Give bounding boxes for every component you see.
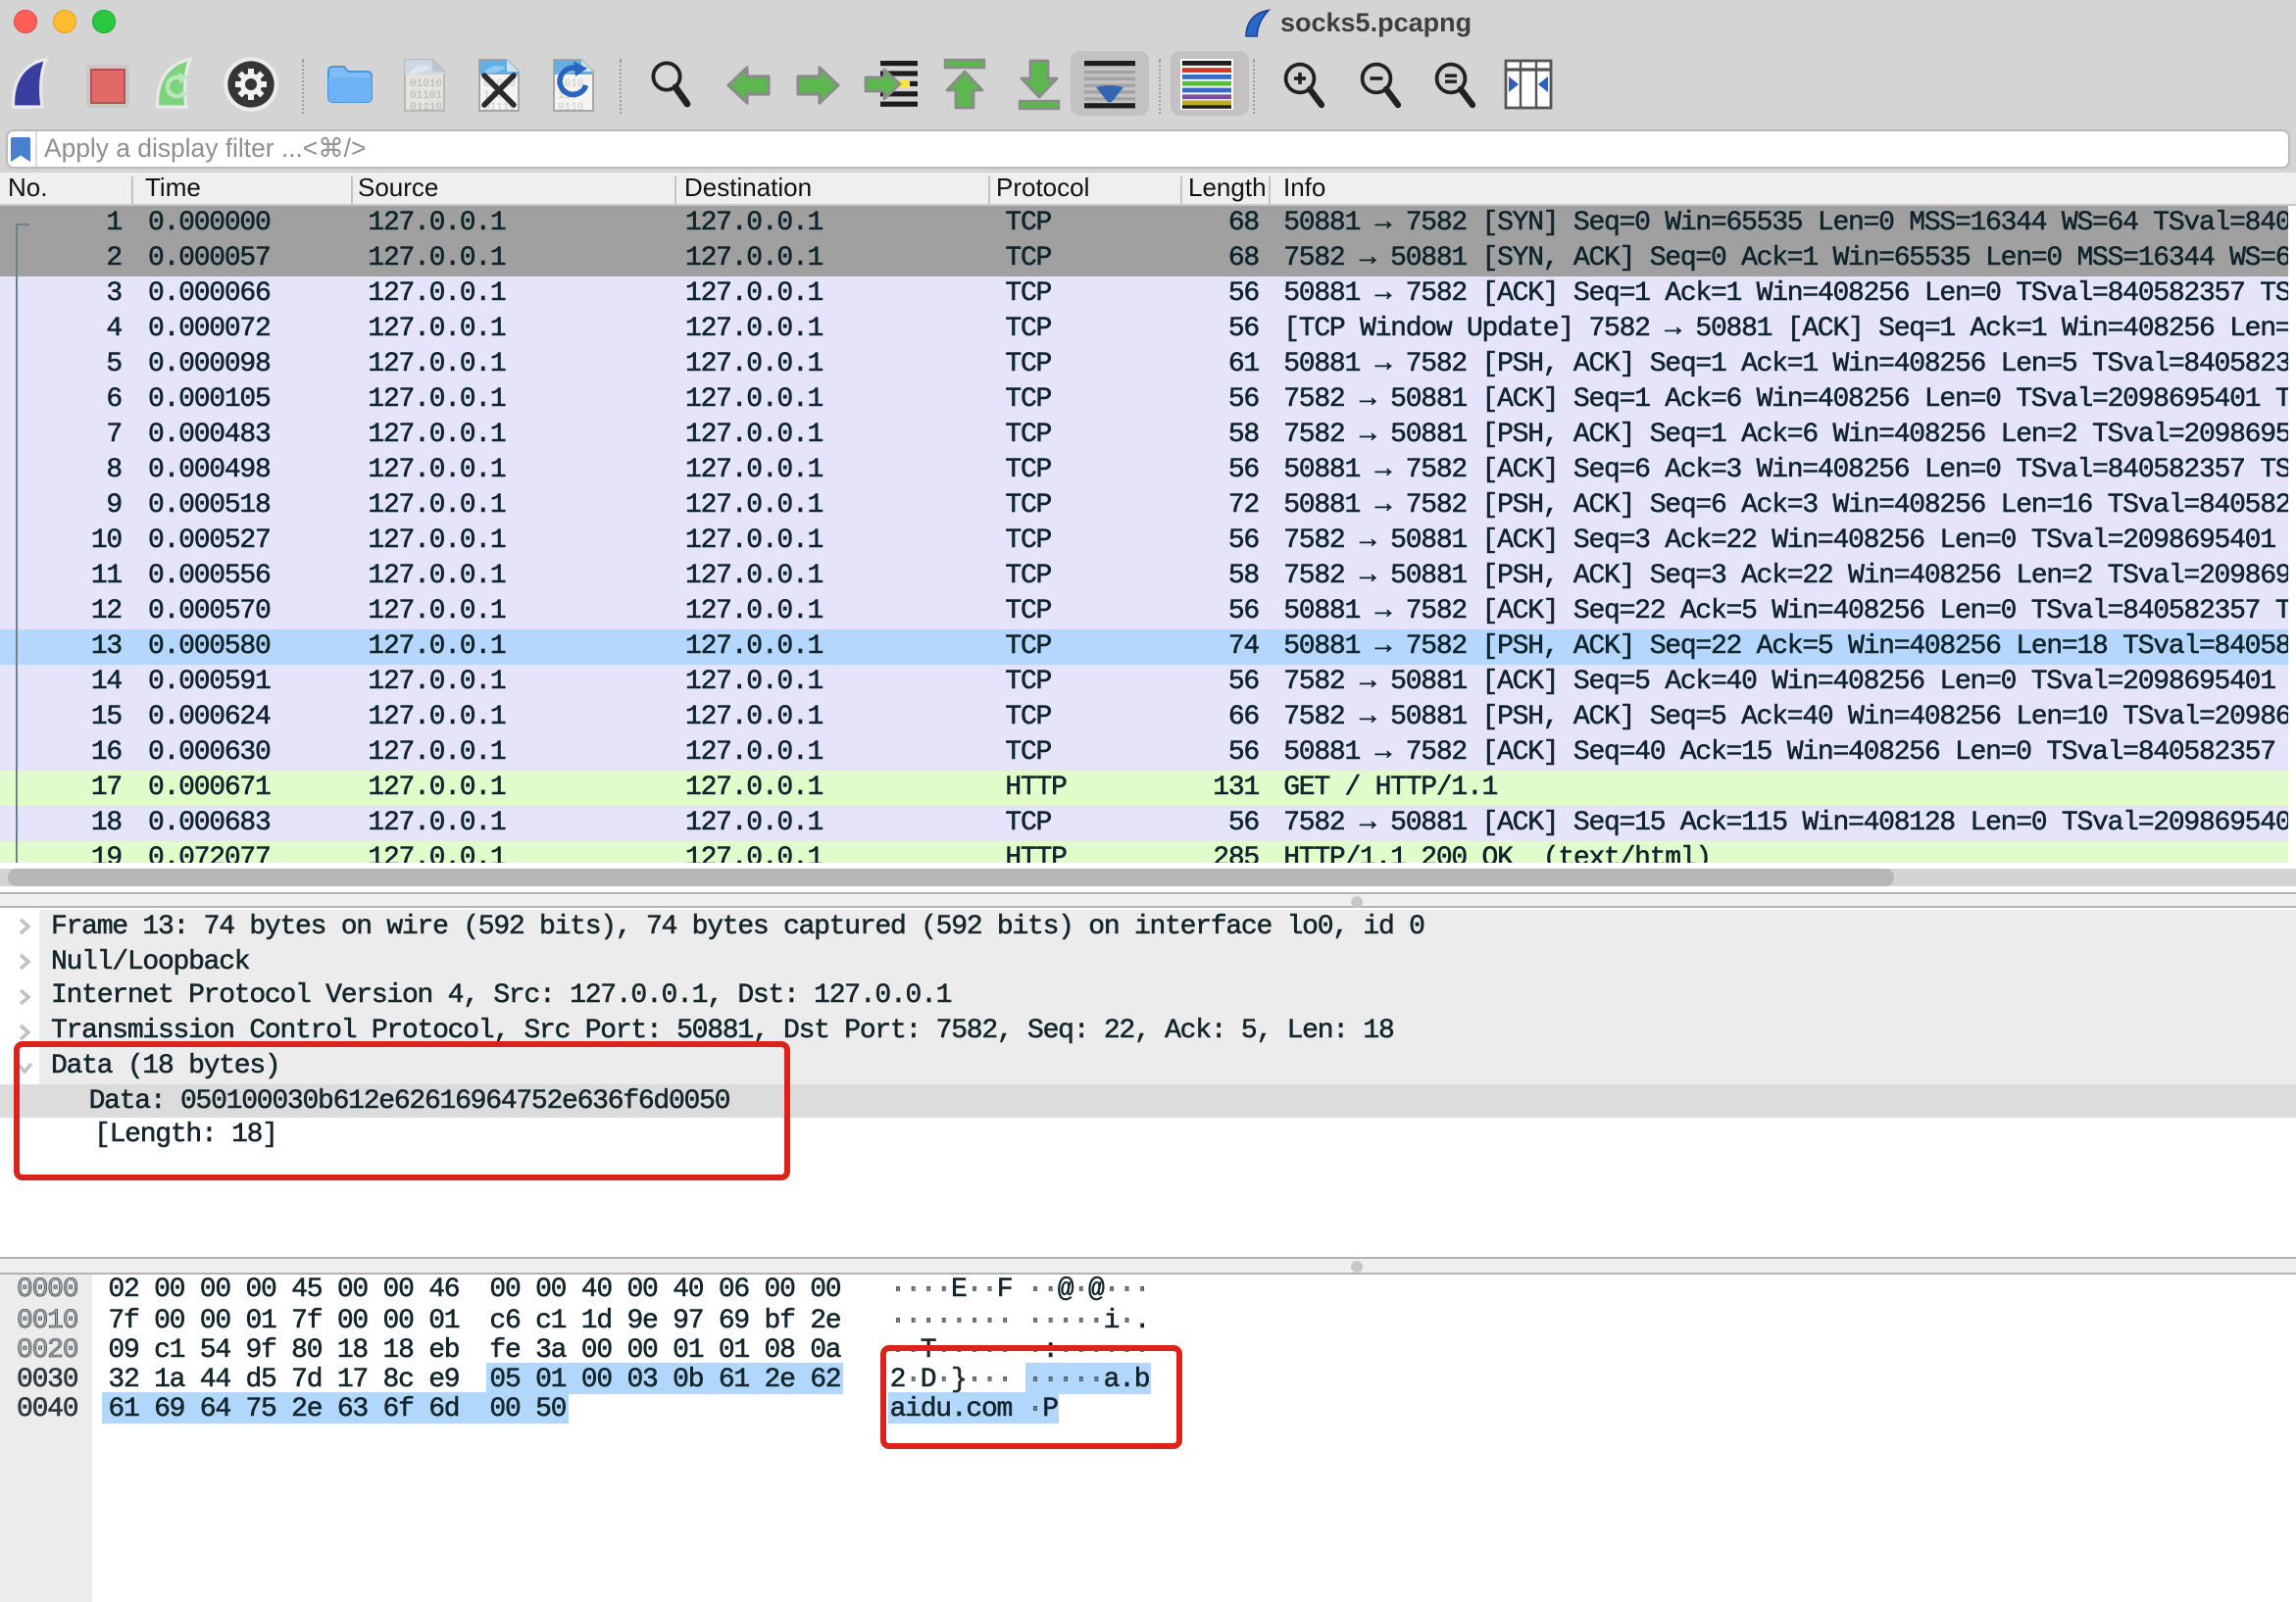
svg-text:01101: 01101 — [410, 90, 442, 102]
svg-text:01010: 01010 — [410, 78, 442, 90]
svg-text:0110: 0110 — [558, 102, 583, 114]
svg-text:01110: 01110 — [410, 102, 442, 114]
